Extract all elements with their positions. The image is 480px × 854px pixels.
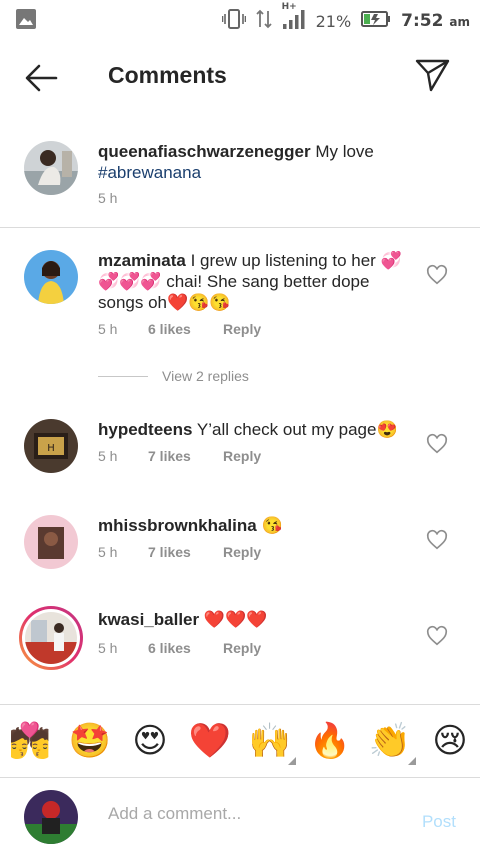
reply-button[interactable]: Reply — [223, 321, 261, 337]
comment-username[interactable]: mhissbrownkhalina — [98, 516, 257, 535]
heart-outline-icon[interactable] — [426, 433, 448, 455]
clock-ampm: am — [449, 15, 470, 29]
emoji-button-with-variants[interactable]: 👏 — [368, 721, 416, 765]
emoji-button-with-variants[interactable]: 🙌 — [248, 721, 296, 765]
story-ring[interactable] — [19, 606, 83, 670]
variants-corner-icon — [288, 757, 296, 765]
emoji-button[interactable]: 💏 — [8, 721, 52, 761]
comment-message: 😘 — [261, 516, 283, 535]
post-button[interactable]: Post — [422, 812, 456, 832]
page-title: Comments — [108, 62, 227, 88]
comment-likes[interactable]: 7 likes — [148, 448, 223, 464]
heart-outline-icon[interactable] — [426, 625, 448, 647]
caption-meta: 5 h — [98, 190, 117, 206]
emoji-glyph: 👏 — [368, 721, 412, 761]
reply-button[interactable]: Reply — [223, 448, 261, 464]
emoji-button[interactable]: 😢 — [428, 721, 472, 761]
comment-likes[interactable]: 6 likes — [148, 321, 223, 337]
data-transfer-icon — [255, 9, 272, 33]
gallery-notification-icon — [16, 9, 36, 33]
reply-button[interactable]: Reply — [223, 640, 261, 656]
current-user-avatar — [24, 790, 78, 844]
caption-avatar[interactable] — [24, 141, 78, 195]
network-type-label: H+ — [281, 2, 297, 12]
comment-meta: 5 h 6 likes Reply — [98, 640, 261, 656]
caption-time: 5 h — [98, 190, 118, 206]
svg-text:H: H — [47, 443, 55, 454]
heart-outline-icon[interactable] — [426, 264, 448, 286]
reply-button[interactable]: Reply — [223, 544, 261, 560]
caption-text: queenafiaschwarzenegger My love #abrewan… — [98, 141, 418, 183]
comment-message: Y’all check out my page😍 — [196, 420, 398, 439]
comment-likes[interactable]: 6 likes — [148, 640, 223, 656]
emoji-button[interactable]: 🔥 — [308, 721, 352, 761]
view-replies-line — [98, 375, 148, 377]
comment-time: 5 h — [98, 640, 118, 656]
comment-time: 5 h — [98, 448, 118, 464]
emoji-button[interactable]: 🤩 — [68, 721, 112, 761]
comment-text: mhissbrownkhalina 😘 — [98, 515, 418, 536]
caption-hashtag[interactable]: #abrewanana — [98, 163, 201, 182]
view-replies-label: View 2 replies — [162, 368, 249, 384]
comment-username[interactable]: kwasi_baller — [98, 610, 199, 629]
direct-send-icon[interactable] — [414, 56, 452, 94]
caption-message: My love — [315, 142, 374, 161]
comment-avatar — [25, 612, 77, 664]
emoji-button[interactable]: 😍 — [128, 721, 172, 761]
caption-username[interactable]: queenafiaschwarzenegger — [98, 142, 311, 161]
comment-avatar[interactable] — [24, 250, 78, 304]
signal-icon: H+ — [282, 2, 306, 34]
comment-meta: 5 h 7 likes Reply — [98, 544, 261, 560]
comment-text: mzaminata I grew up listening to her 💞💞💞… — [98, 250, 418, 313]
comment-username[interactable]: mzaminata — [98, 251, 186, 270]
emoji-quick-bar: 💏 🤩 😍 ❤️ 🙌 🔥 👏 😢 — [0, 704, 480, 778]
divider — [0, 227, 480, 228]
add-comment-bar: Post — [0, 778, 480, 854]
back-arrow-icon[interactable] — [22, 58, 62, 98]
comment-text: hypedteens Y’all check out my page😍 — [98, 419, 418, 440]
comment-avatar[interactable] — [24, 515, 78, 569]
comment-avatar[interactable]: H — [24, 419, 78, 473]
emoji-glyph: 🙌 — [248, 721, 292, 761]
view-replies[interactable]: View 2 replies — [98, 368, 249, 384]
status-bar: H+ 21% 7:52 am — [0, 0, 480, 38]
comment-meta: 5 h 7 likes Reply — [98, 448, 261, 464]
comments-header: Comments — [0, 38, 480, 116]
comment-text: kwasi_baller ❤️❤️❤️ — [98, 609, 418, 630]
comment-time: 5 h — [98, 544, 118, 560]
clock-time: 7:52 — [401, 11, 444, 31]
comment-input[interactable] — [108, 804, 398, 824]
battery-charging-icon — [361, 10, 391, 32]
comment-likes[interactable]: 7 likes — [148, 544, 223, 560]
battery-percent: 21% — [315, 11, 352, 31]
comment-time: 5 h — [98, 321, 118, 337]
vibrate-icon — [221, 9, 246, 33]
comment-meta: 5 h 6 likes Reply — [98, 321, 261, 337]
emoji-button[interactable]: ❤️ — [188, 721, 232, 761]
variants-corner-icon — [408, 757, 416, 765]
heart-outline-icon[interactable] — [426, 529, 448, 551]
clock: 7:52 am — [401, 11, 470, 31]
comment-message: ❤️❤️❤️ — [203, 610, 268, 629]
comment-username[interactable]: hypedteens — [98, 420, 192, 439]
